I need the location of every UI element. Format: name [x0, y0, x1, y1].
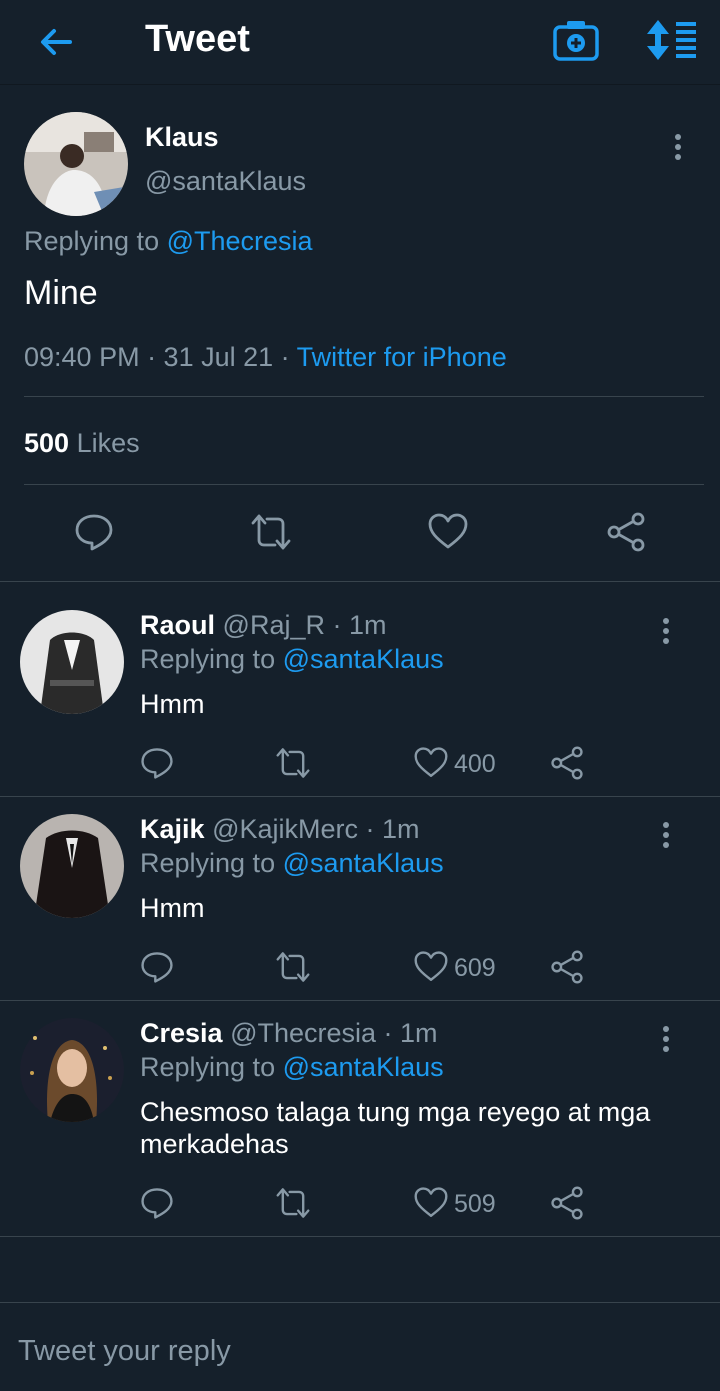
reply-header: Cresia @Thecresia · 1m — [140, 1018, 438, 1049]
reply-text: Hmm — [140, 689, 205, 719]
avatar[interactable] — [20, 610, 124, 714]
reply-icon[interactable] — [74, 512, 114, 552]
back-arrow-icon[interactable] — [34, 20, 78, 64]
more-options-icon[interactable] — [668, 134, 688, 164]
retweet-icon[interactable] — [276, 1186, 310, 1220]
replying-label: Replying to — [24, 226, 160, 256]
reply-icon[interactable] — [140, 1186, 174, 1220]
divider — [0, 1236, 720, 1237]
replying-to: Replying to @santaKlaus — [140, 848, 444, 879]
replying-to: Replying to @Thecresia — [24, 226, 313, 257]
reply-tweet[interactable]: Cresia @Thecresia · 1m Replying to @sant… — [0, 990, 720, 1236]
reply-actions: 400 — [140, 746, 600, 786]
replying-mention[interactable]: @santaKlaus — [283, 848, 444, 878]
reply-author-handle[interactable]: @Thecresia · 1m — [230, 1018, 437, 1048]
replying-to: Replying to @santaKlaus — [140, 644, 444, 675]
reply-text: Hmm — [140, 893, 205, 923]
reply-actions: 609 — [140, 950, 600, 990]
reply-actions: 509 — [140, 1186, 600, 1226]
reply-author-handle[interactable]: @Raj_R · 1m — [223, 610, 387, 640]
like-count: 400 — [454, 750, 496, 778]
like-count: 509 — [454, 1190, 496, 1218]
tweet-source-link[interactable]: Twitter for iPhone — [297, 342, 507, 372]
author-name[interactable]: Klaus — [145, 122, 219, 153]
retweet-icon[interactable] — [251, 512, 291, 552]
share-icon[interactable] — [550, 746, 584, 780]
reply-header: Raoul @Raj_R · 1m — [140, 610, 386, 641]
reply-compose-bar[interactable]: Tweet your reply — [0, 1302, 720, 1391]
retweet-icon[interactable] — [276, 746, 310, 780]
reply-text: Chesmoso talaga tung mga reyego at mga m… — [140, 1097, 651, 1159]
tweet-text: Mine — [24, 274, 98, 312]
reply-author-name[interactable]: Cresia — [140, 1018, 223, 1048]
reply-author-name[interactable]: Raoul — [140, 610, 215, 640]
heart-icon[interactable] — [414, 950, 448, 984]
likes-count[interactable]: 500 Likes — [24, 428, 140, 459]
heart-icon[interactable] — [414, 746, 448, 780]
avatar[interactable] — [24, 112, 128, 216]
reply-author-name[interactable]: Kajik — [140, 814, 205, 844]
divider — [24, 484, 704, 485]
reply-tweet[interactable]: Raoul @Raj_R · 1m Replying to @santaKlau… — [0, 582, 720, 796]
reply-icon[interactable] — [140, 950, 174, 984]
more-options-icon[interactable] — [656, 822, 676, 852]
replying-mention[interactable]: @santaKlaus — [283, 1052, 444, 1082]
more-options-icon[interactable] — [656, 618, 676, 648]
replying-label: Replying to — [140, 848, 276, 878]
like-count: 609 — [454, 954, 496, 982]
replying-mention[interactable]: @santaKlaus — [283, 644, 444, 674]
likes-label: Likes — [76, 428, 140, 458]
heart-icon[interactable] — [428, 512, 468, 552]
heart-icon[interactable] — [414, 1186, 448, 1220]
share-icon[interactable] — [550, 1186, 584, 1220]
divider — [24, 396, 704, 397]
camera-plus-icon[interactable] — [552, 18, 600, 62]
author-handle[interactable]: @santaKlaus — [145, 166, 306, 197]
replying-mention[interactable]: @Thecresia — [167, 226, 313, 256]
retweet-icon[interactable] — [276, 950, 310, 984]
sort-list-icon[interactable] — [644, 18, 698, 62]
replying-to: Replying to @santaKlaus — [140, 1052, 444, 1083]
avatar[interactable] — [20, 1018, 124, 1122]
share-icon[interactable] — [550, 950, 584, 984]
reply-icon[interactable] — [140, 746, 174, 780]
reply-tweet[interactable]: Kajik @KajikMerc · 1m Replying to @santa… — [0, 786, 720, 1000]
tweet-meta: 09:40 PM · 31 Jul 21 · Twitter for iPhon… — [24, 342, 507, 373]
reply-author-handle[interactable]: @KajikMerc · 1m — [212, 814, 419, 844]
tweet-actions — [0, 512, 720, 562]
top-bar: Tweet — [0, 0, 720, 85]
replying-label: Replying to — [140, 1052, 276, 1082]
likes-number: 500 — [24, 428, 70, 458]
page-title: Tweet — [145, 18, 250, 60]
avatar[interactable] — [20, 814, 124, 918]
share-icon[interactable] — [606, 512, 646, 552]
reply-input[interactable]: Tweet your reply — [18, 1335, 231, 1368]
more-options-icon[interactable] — [656, 1026, 676, 1056]
tweet-timestamp: 09:40 PM · 31 Jul 21 · — [24, 342, 297, 372]
reply-header: Kajik @KajikMerc · 1m — [140, 814, 420, 845]
replying-label: Replying to — [140, 644, 276, 674]
